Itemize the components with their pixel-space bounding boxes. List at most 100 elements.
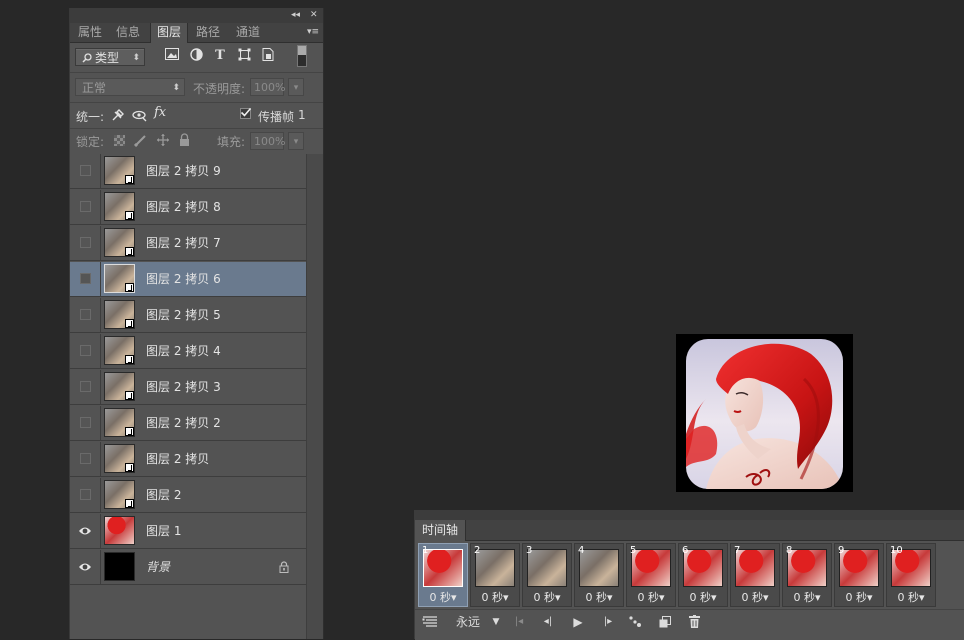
- filter-toggle-switch[interactable]: [297, 45, 307, 67]
- frame-delay-select[interactable]: 0 秒▾: [627, 591, 675, 605]
- lock-transparent-pixels-icon[interactable]: [114, 135, 125, 146]
- layer-row[interactable]: 图层 2: [70, 478, 306, 513]
- play-icon[interactable]: ▶: [570, 613, 586, 631]
- unify-position-icon[interactable]: [110, 107, 126, 126]
- layer-thumbnail[interactable]: [104, 444, 135, 473]
- layer-name[interactable]: 图层 2 拷贝 5: [146, 298, 221, 333]
- layer-row[interactable]: 图层 2 拷贝: [70, 442, 306, 477]
- layer-thumbnail[interactable]: [104, 228, 135, 257]
- panel-menu-icon[interactable]: ▾≡: [307, 23, 319, 42]
- layer-row[interactable]: 图层 2 拷贝 2: [70, 406, 306, 441]
- layer-name[interactable]: 图层 1: [146, 514, 181, 549]
- layer-name[interactable]: 图层 2: [146, 478, 181, 513]
- animation-frame[interactable]: 6 0 秒▾: [678, 543, 728, 607]
- blend-mode-select[interactable]: 正常 ⬍: [75, 78, 185, 96]
- layer-thumbnail[interactable]: [104, 264, 135, 293]
- lock-all-icon[interactable]: [179, 133, 190, 150]
- layer-name[interactable]: 图层 2 拷贝 2: [146, 406, 221, 441]
- layer-thumbnail[interactable]: [104, 156, 135, 185]
- frame-delay-select[interactable]: 0 秒▾: [731, 591, 779, 605]
- unify-visibility-icon[interactable]: [132, 107, 148, 126]
- opacity-dropdown-icon[interactable]: ▾: [288, 78, 304, 96]
- duplicate-frame-icon[interactable]: [657, 613, 673, 631]
- frame-delay-select[interactable]: 0 秒▾: [679, 591, 727, 605]
- tab-paths[interactable]: 路径: [190, 23, 226, 42]
- layer-name[interactable]: 图层 2 拷贝 3: [146, 370, 221, 405]
- layer-list-scrollbar[interactable]: [306, 154, 323, 639]
- animation-frame[interactable]: 7 0 秒▾: [730, 543, 780, 607]
- previous-frame-icon[interactable]: ◂|: [539, 613, 557, 631]
- animation-frame[interactable]: 1 0 秒▾: [418, 543, 468, 607]
- lock-image-pixels-icon[interactable]: [133, 133, 148, 150]
- layer-visibility-toggle[interactable]: [70, 334, 101, 369]
- layer-visibility-toggle[interactable]: [70, 298, 101, 333]
- animation-frame[interactable]: 5 0 秒▾: [626, 543, 676, 607]
- unify-style-icon[interactable]: fx: [154, 105, 166, 120]
- propagate-frame-checkbox[interactable]: [240, 107, 251, 119]
- layer-visibility-toggle[interactable]: [70, 226, 101, 261]
- document-canvas[interactable]: [676, 334, 853, 492]
- tab-layers[interactable]: 图层: [150, 23, 189, 43]
- shape-filter-icon[interactable]: [236, 48, 252, 64]
- first-frame-icon[interactable]: |◂: [511, 613, 527, 631]
- layer-thumbnail[interactable]: [104, 300, 135, 329]
- collapse-panel-icon[interactable]: ◂◂: [291, 9, 300, 22]
- layer-visibility-toggle[interactable]: [70, 262, 101, 297]
- tab-timeline[interactable]: 时间轴: [415, 520, 467, 541]
- layer-row[interactable]: 图层 2 拷贝 5: [70, 298, 306, 333]
- layer-name[interactable]: 背景: [146, 550, 170, 585]
- trash-icon[interactable]: [687, 613, 701, 631]
- animation-frame[interactable]: 9 0 秒▾: [834, 543, 884, 607]
- animation-frame[interactable]: 3 0 秒▾: [522, 543, 572, 607]
- tab-info[interactable]: 信息: [110, 23, 146, 42]
- layer-thumbnail[interactable]: [104, 336, 135, 365]
- layer-row[interactable]: 图层 2 拷贝 6: [70, 262, 306, 297]
- layer-row[interactable]: 图层 2 拷贝 8: [70, 190, 306, 225]
- layer-thumbnail[interactable]: [104, 516, 135, 545]
- tab-channels[interactable]: 通道: [230, 23, 266, 42]
- layer-row[interactable]: 图层 2 拷贝 3: [70, 370, 306, 405]
- layer-thumbnail[interactable]: [104, 552, 135, 581]
- image-filter-icon[interactable]: [164, 48, 180, 64]
- layer-visibility-toggle[interactable]: [70, 370, 101, 405]
- frame-delay-select[interactable]: 0 秒▾: [783, 591, 831, 605]
- layer-name[interactable]: 图层 2 拷贝 9: [146, 154, 221, 189]
- layer-visibility-toggle[interactable]: [70, 514, 101, 549]
- lock-position-icon[interactable]: [156, 133, 170, 150]
- loop-dropdown-icon[interactable]: ▼: [489, 613, 503, 631]
- animation-frame[interactable]: 10 0 秒▾: [886, 543, 936, 607]
- layer-visibility-toggle[interactable]: [70, 154, 101, 189]
- layer-thumbnail[interactable]: [104, 408, 135, 437]
- layer-row[interactable]: 图层 2 拷贝 9: [70, 154, 306, 189]
- text-filter-icon[interactable]: T: [212, 48, 228, 64]
- layer-row[interactable]: 图层 2 拷贝 4: [70, 334, 306, 369]
- smart-object-filter-icon[interactable]: [260, 48, 276, 64]
- opacity-input[interactable]: 100%: [250, 78, 285, 96]
- layer-visibility-toggle[interactable]: [70, 478, 101, 513]
- fill-dropdown-icon[interactable]: ▾: [288, 132, 304, 150]
- tween-icon[interactable]: [627, 613, 645, 631]
- animation-frame[interactable]: 2 0 秒▾: [470, 543, 520, 607]
- layer-visibility-toggle[interactable]: [70, 190, 101, 225]
- layer-name[interactable]: 图层 2 拷贝: [146, 442, 209, 477]
- layer-name[interactable]: 图层 2 拷贝 6: [146, 262, 221, 297]
- frame-delay-select[interactable]: 0 秒▾: [471, 591, 519, 605]
- layer-thumbnail[interactable]: [104, 372, 135, 401]
- layer-thumbnail[interactable]: [104, 480, 135, 509]
- frame-delay-select[interactable]: 0 秒▾: [835, 591, 883, 605]
- layer-visibility-toggle[interactable]: [70, 550, 101, 585]
- frame-delay-select[interactable]: 0 秒▾: [887, 591, 935, 605]
- layer-row[interactable]: 图层 2 拷贝 7: [70, 226, 306, 261]
- layer-row[interactable]: 图层 1: [70, 514, 306, 549]
- animation-frame[interactable]: 8 0 秒▾: [782, 543, 832, 607]
- layer-name[interactable]: 图层 2 拷贝 7: [146, 226, 221, 261]
- layer-thumbnail[interactable]: [104, 192, 135, 221]
- layer-visibility-toggle[interactable]: [70, 442, 101, 477]
- frame-delay-select[interactable]: 0 秒▾: [419, 591, 467, 605]
- layer-name[interactable]: 图层 2 拷贝 4: [146, 334, 221, 369]
- layer-visibility-toggle[interactable]: [70, 406, 101, 441]
- frame-delay-select[interactable]: 0 秒▾: [575, 591, 623, 605]
- fill-input[interactable]: 100%: [250, 132, 285, 150]
- adjustment-filter-icon[interactable]: [188, 48, 204, 64]
- loop-option-label[interactable]: 永远: [453, 613, 483, 631]
